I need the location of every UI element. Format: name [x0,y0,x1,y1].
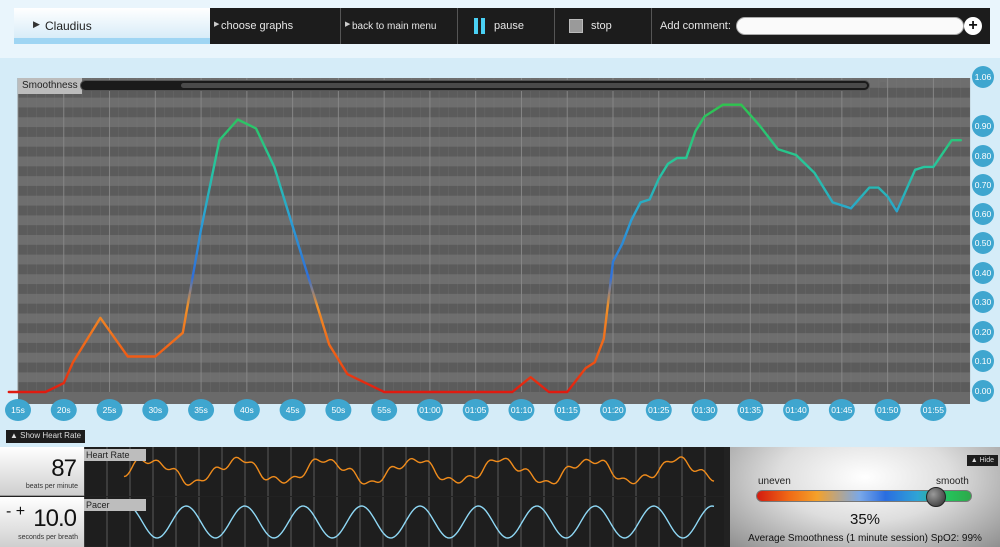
pause-label: pause [494,20,524,32]
smooth-label: smooth [936,476,969,487]
y-tick-label: 1.06 [975,72,992,82]
x-tick-label: 25s [103,405,117,415]
timeline-scroll-thumb[interactable] [181,83,867,88]
pacer-readout: - + 10.0 seconds per breath [0,497,84,547]
back-to-main-menu-label: back to main menu [352,21,437,32]
heart-rate-graph-label: Heart Rate [84,449,146,461]
choose-graphs-arrow-icon: ▶ [214,21,220,28]
add-comment-label: Add comment: [660,20,731,32]
smoothness-label: Smoothness [18,78,82,94]
back-to-main-menu-button[interactable]: ▶ back to main menu [341,8,458,44]
x-tick-label: 45s [286,405,300,415]
smoothness-indicator-knob [926,487,946,507]
y-tick-label: 0.90 [975,121,992,131]
toolbar: ▶ choose graphs ▶ back to main menu paus… [210,8,990,44]
timeline-end-handle[interactable] [880,82,886,88]
y-tick-label: 0.10 [975,356,992,366]
x-tick-label: 55s [377,405,391,415]
heart-rate-waveform [83,447,715,496]
back-to-menu-arrow-icon: ▶ [345,21,351,28]
x-tick-label: 01:55 [923,405,945,415]
y-tick-label: 0.00 [975,386,992,396]
heart-rate-value: 87 [51,455,77,482]
add-comment-plus-icon[interactable]: + [964,17,982,35]
y-tick-label: 0.70 [975,180,992,190]
heart-rate-graph: Heart Rate [83,447,724,496]
choose-graphs-button[interactable]: ▶ choose graphs [210,8,341,44]
stop-icon [569,19,583,33]
pause-icon [474,18,486,34]
x-tick-label: 01:45 [831,405,853,415]
show-heart-rate-button[interactable]: ▲ Show Heart Rate [6,430,86,443]
y-tick-label: 0.20 [975,327,992,337]
pacer-graph: Pacer [83,497,724,547]
y-tick-label: 0.30 [975,297,992,307]
x-tick-label: 30s [148,405,162,415]
x-tick-label: 01:15 [557,405,579,415]
x-tick-label: 01:25 [648,405,670,415]
heart-rate-readout: 87 beats per minute [0,447,84,496]
smoothness-percent: 35% [849,511,881,528]
x-tick-label: 01:20 [602,405,624,415]
y-tick-label: 0.60 [975,209,992,219]
user-name: Claudius [45,19,92,33]
show-heart-rate-label: Show Heart Rate [20,431,82,440]
x-tick-label: 01:00 [419,405,441,415]
bottom-panel: 87 beats per minute - + 10.0 seconds per… [0,447,1000,547]
x-tick-label: 01:30 [694,405,716,415]
pause-button[interactable]: pause [458,8,555,44]
y-tick-label: 0.40 [975,268,992,278]
uneven-label: uneven [758,476,791,487]
smoothness-meter: ▲ Hide uneven smooth 35% Average Smoothn… [730,447,1000,547]
hide-button[interactable]: ▲ Hide [966,455,998,466]
x-tick-label: 40s [240,405,254,415]
pacer-adjust-controls[interactable]: - + [6,503,25,521]
comment-area: Add comment: + [652,8,990,44]
top-bar: ▶ Claudius ▶ choose graphs ▶ back to mai… [0,0,1000,58]
pacer-unit: seconds per breath [18,534,78,541]
heart-rate-unit: beats per minute [25,483,78,490]
y-tick-label: 0.80 [975,151,992,161]
x-tick-label: 35s [194,405,208,415]
pacer-graph-label: Pacer [84,499,146,511]
smoothness-chart: 1.06 0.90 0.80 0.70 0.60 0.50 0.40 0.30 0.20 0.10… [5,66,994,421]
heart-rate-line [123,456,715,486]
stop-button[interactable]: stop [555,8,652,44]
y-tick-label: 0.50 [975,238,992,248]
x-tick-label: 50s [332,405,346,415]
x-tick-label: 01:35 [740,405,762,415]
choose-graphs-label: choose graphs [221,20,294,32]
x-tick-label: 01:50 [877,405,899,415]
x-tick-label: 01:10 [511,405,533,415]
stop-label: stop [591,20,612,32]
pacer-value: 10.0 [33,505,77,532]
x-tick-label: 20s [57,405,71,415]
pacer-line [123,505,715,539]
hide-label: Hide [979,457,994,464]
timeline-scrollbar[interactable] [80,80,870,91]
x-tick-label: 01:05 [465,405,487,415]
x-tick-label: 01:40 [785,405,807,415]
user-tab[interactable]: ▶ Claudius [14,8,210,44]
smoothness-chart-panel: 1.06 0.90 0.80 0.70 0.60 0.50 0.40 0.30 0.20 0.10… [0,58,1000,448]
comment-input[interactable] [736,17,964,35]
user-arrow-icon: ▶ [33,19,40,29]
average-smoothness-summary: Average Smoothness (1 minute session) Sp… [748,533,982,544]
pacer-waveform [83,497,715,547]
x-tick-label: 15s [11,405,25,415]
